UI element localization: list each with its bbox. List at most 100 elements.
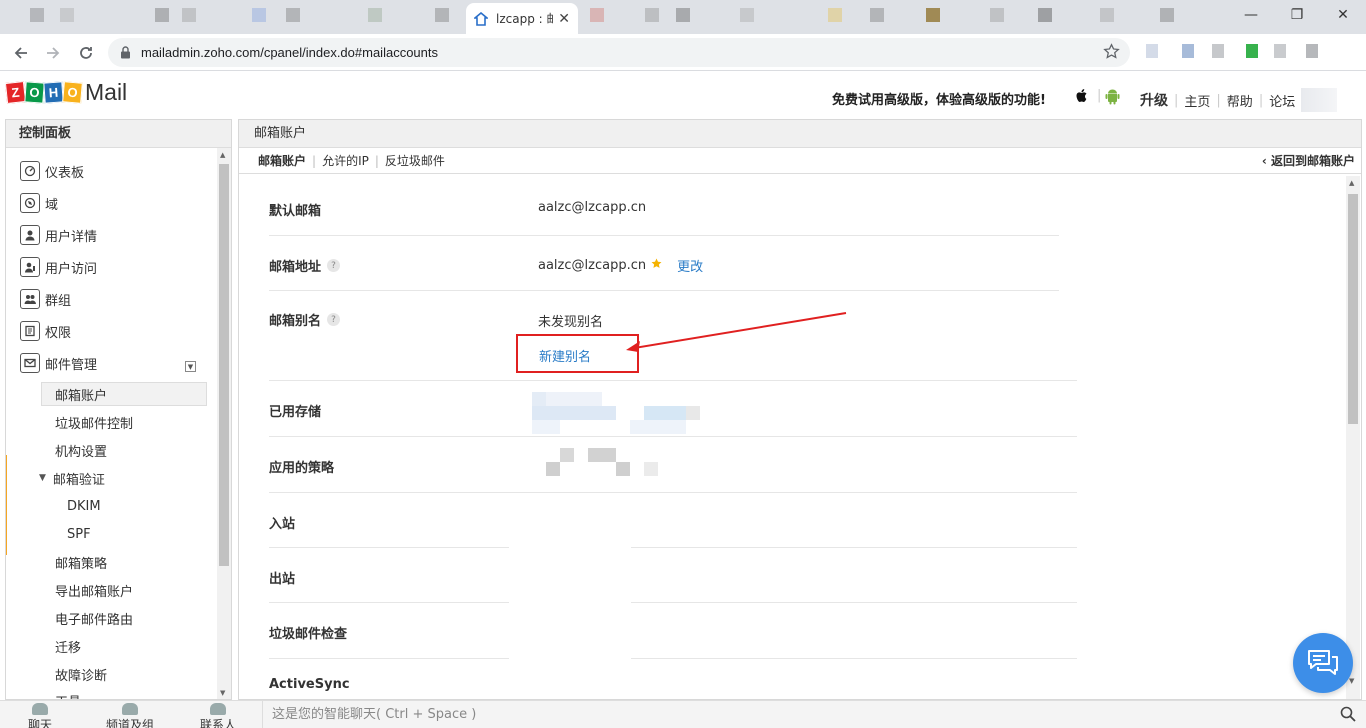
chat-support-button[interactable]	[1293, 633, 1353, 693]
chat-button[interactable]: 聊天	[28, 703, 52, 728]
extension-icon[interactable]	[1246, 44, 1258, 58]
blurred-tab[interactable]	[676, 8, 690, 22]
blurred-tab[interactable]	[60, 8, 74, 22]
close-tab-icon[interactable]: ✕	[558, 11, 570, 27]
redacted-value	[560, 448, 574, 462]
apple-icon[interactable]	[1075, 88, 1089, 108]
scroll-up-icon[interactable]: ▲	[1349, 179, 1354, 187]
back-button[interactable]	[8, 40, 34, 66]
user-icon	[20, 225, 40, 245]
bookmark-star-icon[interactable]	[1103, 43, 1120, 64]
reload-button[interactable]	[73, 40, 99, 66]
blurred-tab[interactable]	[1160, 8, 1174, 22]
sidebar-subitem-tools[interactable]: 工具	[55, 689, 81, 700]
sidebar-item-mail-admin[interactable]: 邮件管理	[20, 351, 97, 375]
sidebar-subitem-spf[interactable]: SPF	[67, 523, 91, 545]
forum-link[interactable]: 论坛	[1269, 91, 1295, 110]
tab-allowed-ip[interactable]: 允许的IP	[322, 152, 369, 169]
contacts-button[interactable]: 联系人	[200, 703, 236, 728]
address-bar[interactable]: mailadmin.zoho.com/cpanel/index.do#maila…	[108, 38, 1130, 67]
forward-button[interactable]	[40, 40, 66, 66]
help-link[interactable]: 帮助	[1227, 91, 1253, 110]
help-icon[interactable]: ?	[327, 259, 341, 272]
zoho-mail-logo[interactable]: Z O H O Mail	[4, 79, 127, 106]
extension-icon[interactable]	[1212, 44, 1224, 58]
sidebar-scrollbar-thumb[interactable]	[219, 164, 229, 566]
sidebar-item-groups[interactable]: 群组	[20, 287, 71, 311]
sidebar-subitem-mail-accounts[interactable]: 邮箱账户	[55, 383, 107, 405]
blurred-tab[interactable]	[828, 8, 842, 22]
alias-label: 邮箱别名 ?	[269, 310, 341, 329]
redacted-value	[532, 406, 616, 420]
sidebar-subitem-email-routing[interactable]: 电子邮件路由	[55, 607, 133, 629]
blurred-tab[interactable]	[590, 8, 604, 22]
scroll-down-icon[interactable]: ▼	[1349, 677, 1354, 685]
close-window-button[interactable]: ✕	[1320, 0, 1366, 30]
search-icon[interactable]	[1340, 706, 1356, 726]
android-icon[interactable]	[1105, 88, 1120, 109]
browser-toolbar: mailadmin.zoho.com/cpanel/index.do#maila…	[0, 34, 1366, 71]
back-link-label: 返回到邮箱账户	[1270, 154, 1355, 168]
redacted-value	[644, 406, 686, 420]
minimize-window-button[interactable]: —	[1228, 0, 1274, 30]
blurred-tab[interactable]	[870, 8, 884, 22]
extension-icon[interactable]	[1274, 44, 1286, 58]
tab-mail-accounts[interactable]: 邮箱账户	[258, 152, 306, 169]
default-mailbox-label: 默认邮箱	[269, 204, 322, 219]
active-section-indicator	[6, 455, 7, 555]
sidebar-subitem-spam-control[interactable]: 垃圾邮件控制	[55, 411, 133, 433]
sidebar-item-dashboard[interactable]: 仪表板	[20, 159, 84, 183]
sidebar-subitem-troubleshoot[interactable]: 故障诊断	[55, 663, 107, 685]
upgrade-link[interactable]: 升级	[1140, 90, 1168, 110]
blurred-tab[interactable]	[182, 8, 196, 22]
scroll-up-icon[interactable]: ▲	[220, 151, 225, 159]
back-to-accounts-link[interactable]: ‹ 返回到邮箱账户	[1262, 152, 1355, 169]
blurred-tab[interactable]	[286, 8, 300, 22]
sidebar-item-label: 仪表板	[45, 165, 85, 181]
blurred-tab[interactable]	[30, 8, 44, 22]
main-scrollbar-thumb[interactable]	[1348, 194, 1358, 424]
annotation-arrow-icon	[626, 312, 847, 352]
sidebar-item-user-access[interactable]: 用户访问	[20, 255, 97, 279]
blurred-tab[interactable]	[1100, 8, 1114, 22]
blurred-tab[interactable]	[252, 8, 266, 22]
sidebar-subitem-export-accounts[interactable]: 导出邮箱账户	[55, 579, 133, 601]
channels-button[interactable]: 频道及组	[106, 703, 154, 728]
sidebar-title: 控制面板	[6, 120, 231, 148]
scroll-down-icon[interactable]: ▼	[220, 689, 225, 697]
sidebar-subitem-mail-policy[interactable]: 邮箱策略	[55, 551, 107, 573]
sidebar-item-domain[interactable]: 域	[20, 191, 58, 215]
change-address-link[interactable]: 更改	[677, 256, 703, 275]
main-scrollbar[interactable]	[1346, 176, 1360, 699]
tab-anti-spam[interactable]: 反垃圾邮件	[385, 152, 445, 169]
sidebar-subitem-org-settings[interactable]: 机构设置	[55, 439, 107, 461]
premium-trial-promo[interactable]: 免费试用高级版，体验高级版的功能!	[832, 89, 1046, 108]
extension-icon[interactable]	[1182, 44, 1194, 58]
mail-address-label-text: 邮箱地址	[269, 260, 322, 275]
sidebar-subitem-migration[interactable]: 迁移	[55, 635, 81, 657]
blurred-tab[interactable]	[990, 8, 1004, 22]
blurred-tab[interactable]	[155, 8, 169, 22]
sidebar-item-privileges[interactable]: 权限	[20, 319, 71, 343]
active-tab[interactable]: lzcapp : 邮 ✕	[466, 3, 578, 34]
redacted-value	[630, 420, 686, 434]
blurred-tab[interactable]	[435, 8, 449, 22]
site-favicon-icon	[474, 11, 488, 26]
extension-icon[interactable]	[1146, 44, 1158, 58]
redacted-value	[546, 392, 602, 406]
sidebar-subitem-mail-auth[interactable]: ▼ 邮箱验证	[39, 467, 105, 489]
blurred-tab[interactable]	[368, 8, 382, 22]
chevron-down-icon[interactable]: ▼	[185, 361, 196, 372]
smart-chat-input[interactable]: 这是您的智能聊天( Ctrl + Space )	[262, 701, 1332, 728]
home-link[interactable]: 主页	[1184, 91, 1210, 110]
sidebar-item-user-details[interactable]: 用户详情	[20, 223, 97, 247]
blurred-tab[interactable]	[740, 8, 754, 22]
blurred-tab[interactable]	[926, 8, 940, 22]
blurred-tab[interactable]	[645, 8, 659, 22]
user-avatar[interactable]	[1301, 88, 1338, 112]
blurred-tab[interactable]	[1038, 8, 1052, 22]
restore-window-button[interactable]: ❐	[1274, 0, 1320, 30]
extension-icon[interactable]	[1306, 44, 1318, 58]
help-icon[interactable]: ?	[327, 313, 341, 326]
sidebar-subitem-dkim[interactable]: DKIM	[67, 495, 101, 517]
